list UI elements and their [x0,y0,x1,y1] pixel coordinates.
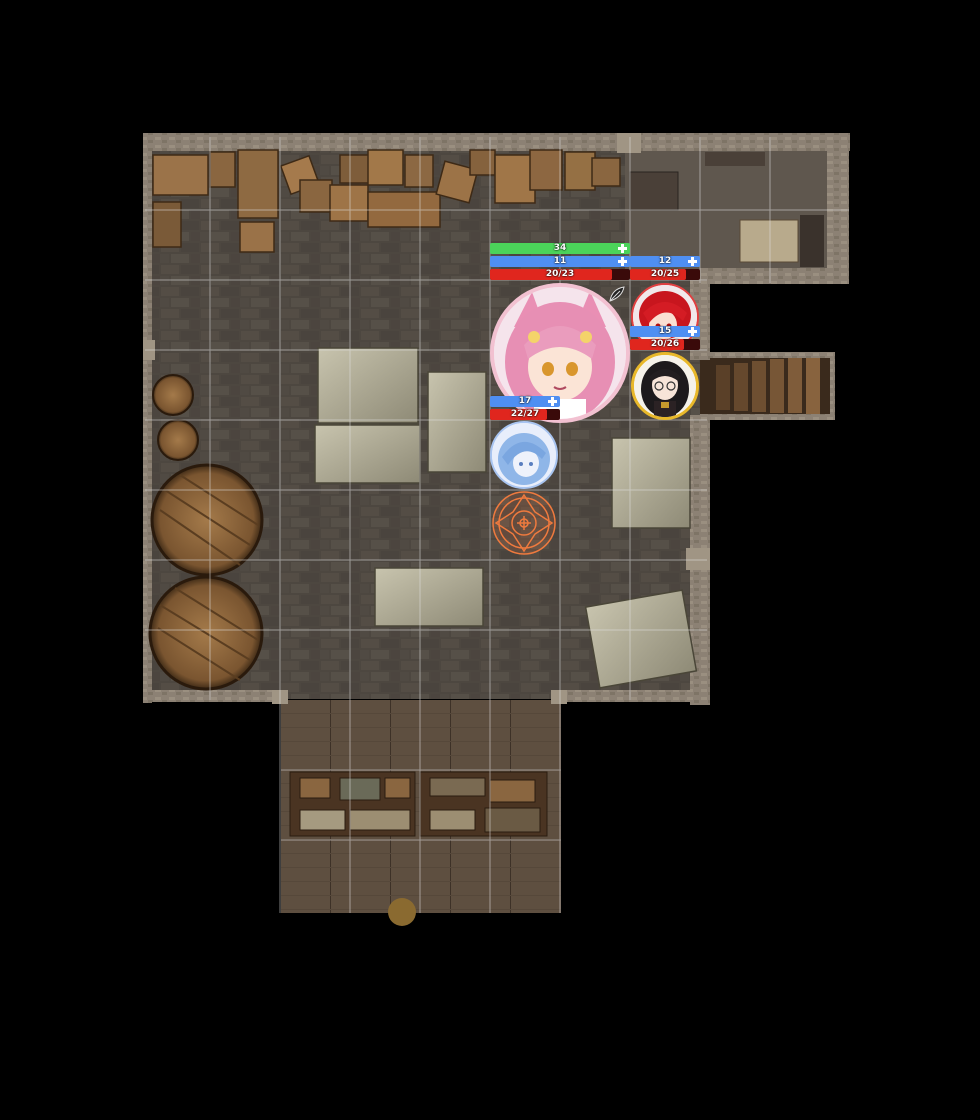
bar-value: 22/27 [510,409,540,419]
token-black-haired-scholar-bar-red[interactable]: 20/26 [630,339,700,350]
bar-value: 20/25 [650,269,680,279]
token-black-haired-scholar-bar-blue[interactable]: 15 [630,326,700,337]
black-haired-glasses-portrait [634,355,696,417]
battle-map[interactable] [0,0,980,1120]
token-blue-spirit-bar-blue[interactable]: 17 [490,396,560,407]
bar-value: 34 [553,243,567,253]
plus-icon[interactable] [618,256,627,267]
leaf-icon [606,283,628,305]
token-blue-spirit[interactable] [490,421,558,489]
token-pink-fox-girl-bar-red[interactable]: 20/23 [490,269,630,280]
token-blue-spirit-bar-red[interactable]: 22/27 [490,409,560,420]
plus-icon[interactable] [688,326,697,337]
stairs [700,352,835,420]
bar-value: 11 [553,256,567,266]
plus-icon[interactable] [548,396,557,407]
token-pink-fox-girl-bar-green[interactable]: 34 [490,243,630,254]
token-red-haired-rogue-bar-red[interactable]: 20/25 [630,269,700,280]
token-red-haired-rogue-bar-blue[interactable]: 12 [630,256,700,267]
token-pink-fox-girl-bar-blue[interactable]: 11 [490,256,630,267]
bar-value: 20/23 [545,269,575,279]
plus-icon[interactable] [688,256,697,267]
door-marker [388,898,416,926]
bar-value: 20/26 [650,339,680,349]
orange-magic-circle-icon[interactable] [492,491,556,555]
plus-icon[interactable] [618,243,627,254]
blue-haired-spirit-portrait [492,423,556,487]
token-black-haired-scholar[interactable] [631,352,699,420]
